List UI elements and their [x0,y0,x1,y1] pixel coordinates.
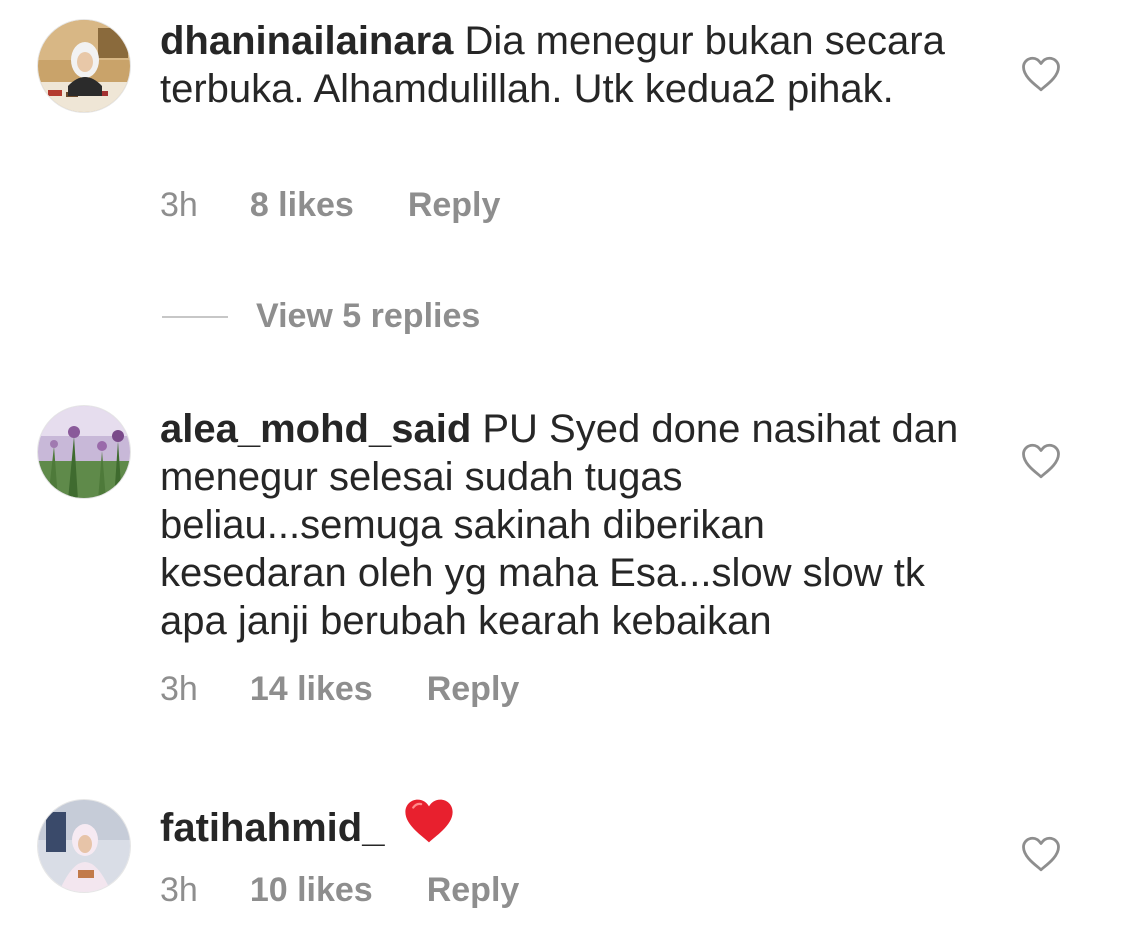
comment-likes[interactable]: 14 likes [250,670,373,709]
avatar[interactable] [37,19,131,113]
avatar-image [38,20,130,112]
comment-meta: 3h 8 likes Reply [160,186,500,225]
comment-username[interactable]: dhaninailainara [160,19,453,63]
reply-button[interactable]: Reply [427,871,520,910]
comment-meta: 3h 14 likes Reply [160,670,519,709]
avatar[interactable] [37,799,131,893]
avatar-image [38,800,130,892]
avatar[interactable] [37,405,131,499]
view-replies-label: View 5 replies [256,297,481,335]
view-replies-button[interactable]: View 5 replies [162,297,480,336]
comment-username[interactable]: fatihahmid_ [160,806,384,850]
comment-likes[interactable]: 8 likes [250,186,354,225]
heart-outline-icon[interactable] [1020,441,1062,481]
comment-time: 3h [160,186,198,224]
reply-button[interactable]: Reply [427,670,520,709]
heart-outline-icon[interactable] [1020,54,1062,94]
comment-likes[interactable]: 10 likes [250,871,373,910]
comment-time: 3h [160,670,198,708]
comment-text-block: fatihahmid_ [160,799,960,861]
reply-button[interactable]: Reply [408,186,501,225]
comment-text-block: alea_mohd_said PU Syed done nasihat dan … [160,405,960,645]
comment-username[interactable]: alea_mohd_said [160,407,471,451]
replies-divider-line [162,315,228,318]
comment-time: 3h [160,871,198,909]
heart-outline-icon[interactable] [1020,834,1062,874]
comment-text-block: dhaninailainara Dia menegur bukan secara… [160,17,960,113]
avatar-image [38,406,130,498]
comment-meta: 3h 10 likes Reply [160,871,519,910]
red-heart-emoji [402,796,456,857]
